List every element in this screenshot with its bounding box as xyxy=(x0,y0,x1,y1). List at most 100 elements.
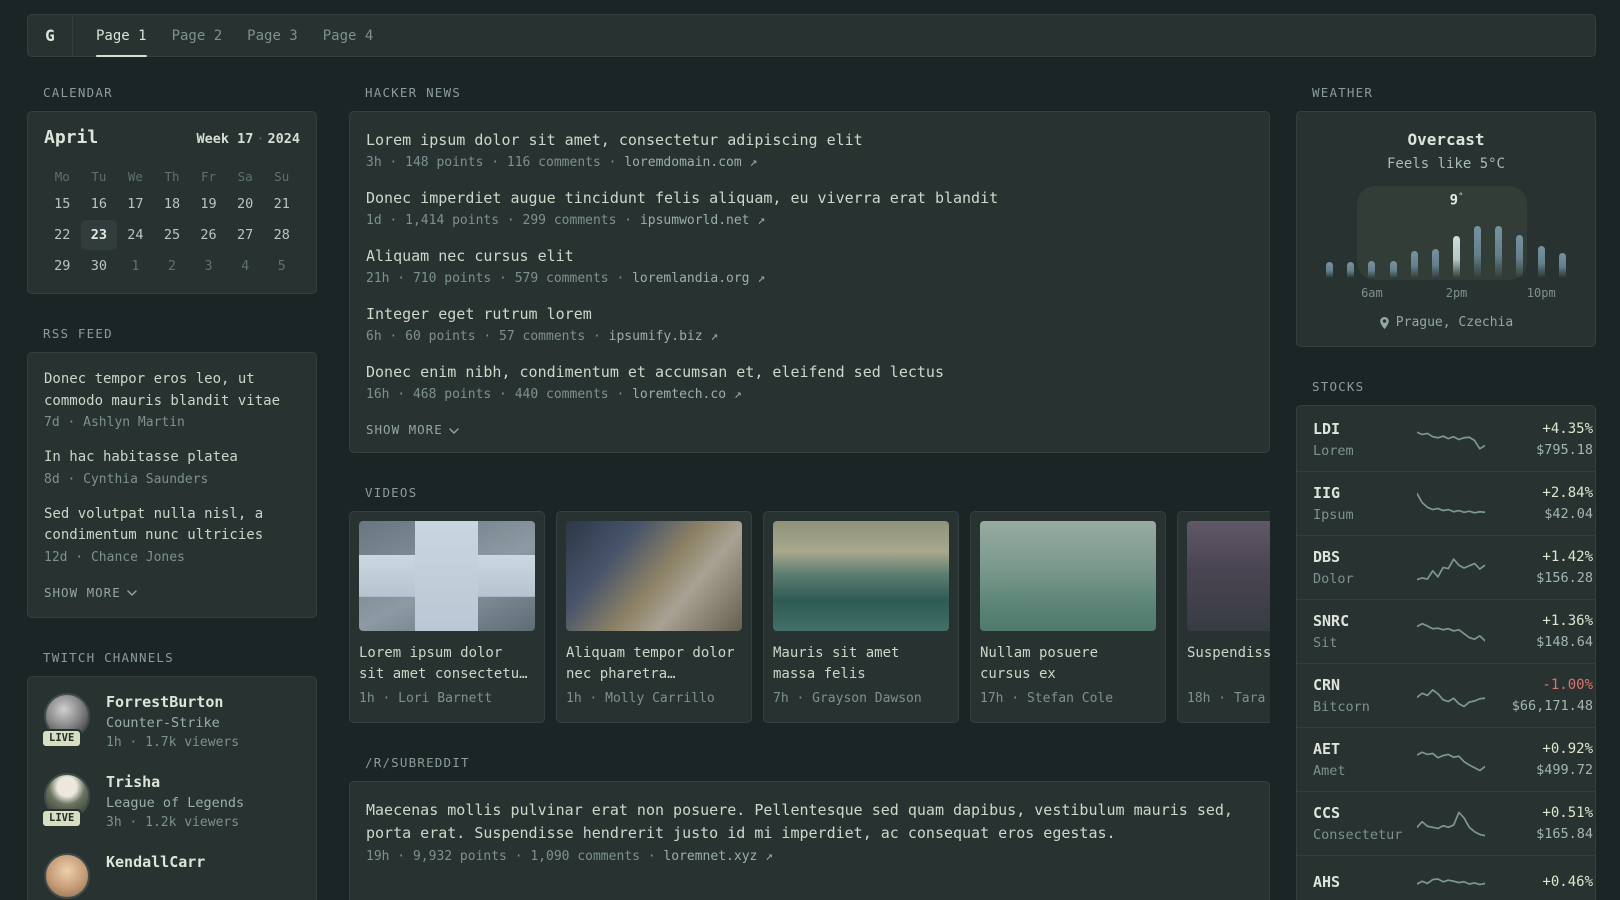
weekday-label: Th xyxy=(164,168,180,184)
stock-price: $66,171.48 xyxy=(1511,698,1593,714)
hn-item-title[interactable]: Aliquam nec cursus elit xyxy=(366,245,1253,267)
twitch-channel-name[interactable]: KendallCarr xyxy=(106,853,205,871)
stock-symbol[interactable]: CCS xyxy=(1313,804,1417,822)
weather-card: Overcast Feels like 5°C 9° 6am 2pm 10pm … xyxy=(1296,111,1596,347)
rss-item-meta: 8d · Cynthia Saunders xyxy=(44,471,209,487)
stock-change: +0.46% xyxy=(1542,873,1593,890)
weather-label: WEATHER xyxy=(1312,85,1374,100)
weather-location[interactable]: Prague, Czechia xyxy=(1313,315,1579,330)
hn-domain-link[interactable]: loremdomain.com ↗ xyxy=(624,155,757,170)
stock-symbol[interactable]: AHS xyxy=(1313,873,1417,891)
stock-sparkline xyxy=(1417,424,1485,456)
app-logo[interactable]: G xyxy=(28,15,73,56)
video-thumbnail xyxy=(773,521,949,631)
stock-symbol[interactable]: SNRC xyxy=(1313,612,1417,630)
weather-bars xyxy=(1319,218,1573,278)
reddit-domain-link[interactable]: loremnet.xyz ↗ xyxy=(663,849,773,864)
video-title[interactable]: Nullam posuere cursus ex xyxy=(980,643,1156,685)
stock-id: AHS xyxy=(1313,873,1417,896)
weekday-label: Su xyxy=(274,168,290,184)
video-title[interactable]: Mauris sit amet massa felis xyxy=(773,643,949,685)
reddit-post-title[interactable]: Maecenas mollis pulvinar erat non posuer… xyxy=(366,799,1253,845)
video-thumbnail xyxy=(359,521,535,631)
twitch-channel-game[interactable]: Counter-Strike xyxy=(106,715,239,731)
rss-item-title[interactable]: In hac habitasse platea xyxy=(44,447,300,469)
twitch-channel-row[interactable]: LIVE Trisha League of Legends 3h · 1.2k … xyxy=(41,772,300,830)
middle-column: HACKER NEWS Lorem ipsum dolor sit amet, … xyxy=(349,85,1270,900)
video-meta: 17h · Stefan Cole xyxy=(980,691,1114,706)
video-card[interactable]: Nullam posuere cursus ex 17h · Stefan Co… xyxy=(970,511,1166,723)
hn-domain-link[interactable]: ipsumify.biz ↗ xyxy=(609,329,719,344)
video-title[interactable]: Suspendisse diam xyxy=(1187,643,1270,685)
stock-row[interactable]: IIG Ipsum +2.84% $42.04 xyxy=(1297,471,1595,535)
stock-row[interactable]: AHS +0.46% xyxy=(1297,855,1595,900)
twitch-channel-row[interactable]: KendallCarr xyxy=(44,852,300,899)
hn-item-title[interactable]: Integer eget rutrum lorem xyxy=(366,303,1253,325)
rss-item: Donec tempor eros leo, ut commodo mauris… xyxy=(44,369,300,430)
stock-row[interactable]: LDI Lorem +4.35% $795.18 xyxy=(1297,408,1595,471)
hn-domain-link[interactable]: loremtech.co ↗ xyxy=(632,387,742,402)
hn-domain-link[interactable]: loremlandia.org ↗ xyxy=(632,271,765,286)
twitch-avatar-wrap: LIVE xyxy=(41,772,90,828)
calendar-day: 19 xyxy=(200,196,217,212)
rss-item-meta: 12d · Chance Jones xyxy=(44,549,185,565)
rss-show-more-button[interactable]: SHOW MORE xyxy=(44,585,137,600)
twitch-channel-name[interactable]: Trisha xyxy=(106,773,244,791)
video-card[interactable]: Mauris sit amet massa felis 7h · Grayson… xyxy=(763,511,959,723)
tab-page-2[interactable]: Page 2 xyxy=(172,15,223,56)
twitch-channel-row[interactable]: LIVE ForrestBurton Counter-Strike 1h · 1… xyxy=(41,692,300,750)
rss-item-title[interactable]: Sed volutpat nulla nisl, a condimentum n… xyxy=(44,504,300,547)
stock-price: $156.28 xyxy=(1536,570,1593,586)
twitch-channel-meta: 1h · 1.7k viewers xyxy=(106,734,240,750)
hacker-news-label: HACKER NEWS xyxy=(365,85,461,100)
stock-name: Dolor xyxy=(1313,571,1354,587)
video-card[interactable]: Lorem ipsum dolor sit amet consectetu… 1… xyxy=(349,511,545,723)
stock-symbol[interactable]: CRN xyxy=(1313,676,1417,694)
video-title[interactable]: Lorem ipsum dolor sit amet consectetu… xyxy=(359,643,535,685)
hn-show-more-button[interactable]: SHOW MORE xyxy=(366,422,459,437)
video-meta: 18h · Tara xyxy=(1187,691,1266,706)
external-link-icon: ↗ xyxy=(765,849,773,864)
twitch-channel-game[interactable]: League of Legends xyxy=(106,795,244,811)
reddit-post-meta: 19h · 9,932 points · 1,090 comments · lo… xyxy=(366,849,1253,864)
stock-change: +0.51% xyxy=(1542,805,1593,821)
tab-page-3[interactable]: Page 3 xyxy=(247,15,298,56)
stock-symbol[interactable]: LDI xyxy=(1313,420,1417,438)
hn-item-title[interactable]: Donec enim nibh, condimentum et accumsan… xyxy=(366,361,1253,383)
stock-symbol[interactable]: AET xyxy=(1313,740,1417,758)
stock-symbol[interactable]: IIG xyxy=(1313,484,1417,502)
stock-row[interactable]: SNRC Sit +1.36% $148.64 xyxy=(1297,599,1595,663)
live-badge: LIVE xyxy=(41,728,83,748)
stock-row[interactable]: CCS Consectetur +0.51% $165.84 xyxy=(1297,791,1595,855)
weather-bar-current xyxy=(1453,236,1461,278)
location-pin-icon xyxy=(1379,316,1389,329)
hn-item: Aliquam nec cursus elit 21h · 710 points… xyxy=(366,245,1253,286)
twitch-widget: TWITCH CHANNELS LIVE ForrestBurton Count… xyxy=(27,650,317,900)
calendar-day: 4 xyxy=(241,258,250,274)
stock-sparkline xyxy=(1417,552,1485,584)
video-title[interactable]: Aliquam tempor dolor nec pharetra… xyxy=(566,643,742,685)
calendar-month: April xyxy=(44,127,99,148)
twitch-channel-info: Trisha League of Legends 3h · 1.2k viewe… xyxy=(106,773,244,830)
rss-item-title[interactable]: Donec tempor eros leo, ut commodo mauris… xyxy=(44,369,300,412)
calendar-day: 22 xyxy=(54,227,71,243)
calendar-day: 26 xyxy=(200,227,217,243)
hn-item-title[interactable]: Lorem ipsum dolor sit amet, consectetur … xyxy=(366,129,1253,151)
stock-row[interactable]: DBS Dolor +1.42% $156.28 xyxy=(1297,535,1595,599)
stock-symbol[interactable]: DBS xyxy=(1313,548,1417,566)
tab-page-4[interactable]: Page 4 xyxy=(323,15,374,56)
calendar-header: April Week 17 · 2024 xyxy=(44,127,300,148)
subreddit-widget: /R/SUBREDDIT Maecenas mollis pulvinar er… xyxy=(349,755,1270,900)
left-column: CALENDAR April Week 17 · 2024 Mo Tu We Th … xyxy=(27,85,317,900)
weekday-label: Sa xyxy=(237,168,253,184)
hn-domain-text: loremdomain.com xyxy=(624,155,742,170)
video-card[interactable]: Aliquam tempor dolor nec pharetra… 1h · … xyxy=(556,511,752,723)
hn-domain-link[interactable]: ipsumworld.net ↗ xyxy=(640,213,765,228)
calendar-day: 21 xyxy=(273,196,290,212)
twitch-channel-name[interactable]: ForrestBurton xyxy=(106,693,239,711)
stock-row[interactable]: CRN Bitcorn -1.00% $66,171.48 xyxy=(1297,663,1595,727)
tab-page-1[interactable]: Page 1 xyxy=(96,15,147,57)
hn-item-title[interactable]: Donec imperdiet augue tincidunt felis al… xyxy=(366,187,1253,209)
video-card[interactable]: Suspendisse diam 18h · Tara xyxy=(1177,511,1270,723)
stock-row[interactable]: AET Amet +0.92% $499.72 xyxy=(1297,727,1595,791)
